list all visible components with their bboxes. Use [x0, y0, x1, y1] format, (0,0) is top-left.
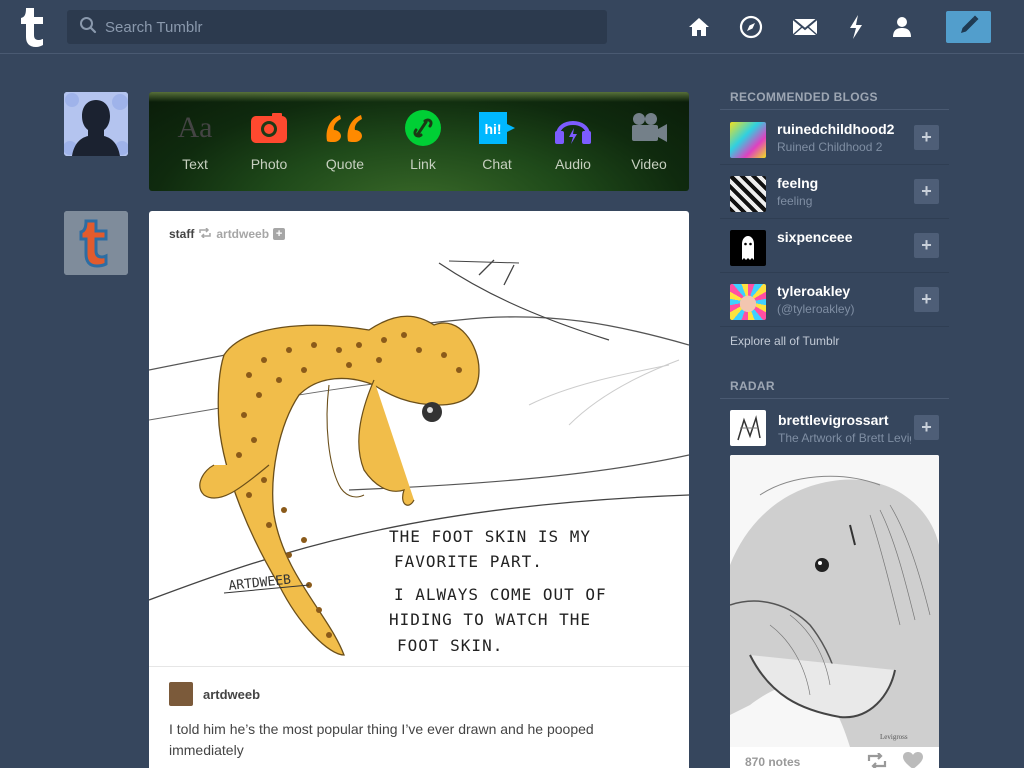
radar-blog-name[interactable]: brettlevigrossart — [778, 412, 888, 428]
post-type-quote[interactable]: Quote — [307, 110, 383, 172]
post-type-video[interactable]: Video — [611, 110, 687, 172]
post-header: staff artdweeb + — [169, 227, 286, 241]
camera-icon — [231, 110, 307, 146]
inbox-icon[interactable] — [792, 14, 818, 40]
post-type-link[interactable]: Link — [385, 110, 461, 172]
link-icon — [385, 110, 461, 146]
radar-post-footer: 870 notes — [730, 747, 939, 768]
blog-avatar[interactable] — [730, 122, 766, 158]
like-heart-icon[interactable] — [903, 752, 923, 768]
activity-lightning-icon[interactable] — [843, 14, 869, 40]
recommended-blogs-title: RECOMMENDED BLOGS — [730, 90, 878, 104]
recommended-blog[interactable]: feelng feeling + — [720, 165, 949, 219]
drawing-text-line-2: FAVORITE PART. — [394, 552, 543, 571]
drawing-text-line-1: THE FOOT SKIN IS MY — [389, 527, 591, 546]
follow-plus-icon[interactable]: + — [273, 228, 286, 240]
blog-subtitle: (@tyleroakley) — [777, 302, 855, 316]
post-type-photo[interactable]: Photo — [231, 110, 307, 172]
blog-subtitle: Ruined Childhood 2 — [777, 140, 883, 154]
blog-avatar[interactable] — [730, 176, 766, 212]
explore-all-link[interactable]: Explore all of Tumblr — [730, 334, 839, 348]
radar-follow-button[interactable]: + — [914, 415, 939, 440]
reblogged-from-link[interactable]: artdweeb — [216, 227, 269, 241]
recommended-divider — [720, 109, 949, 110]
caption-user-avatar[interactable] — [169, 682, 193, 706]
video-camera-icon — [611, 110, 687, 146]
quote-icon — [307, 110, 383, 146]
blog-name[interactable]: sixpenceee — [777, 229, 853, 245]
blog-name[interactable]: feelng — [777, 175, 818, 191]
post-type-chat[interactable]: hi! Chat — [459, 110, 535, 172]
drawing-text-line-3: I ALWAYS COME OUT OF — [394, 585, 607, 604]
top-navigation-bar — [0, 0, 1024, 54]
compose-post-button[interactable] — [946, 11, 991, 43]
radar-post: brettlevigrossart The Artwork of Brett L… — [720, 401, 949, 768]
chat-bubble-icon: hi! — [459, 110, 535, 146]
blog-name[interactable]: tyleroakley — [777, 283, 850, 299]
svg-text:hi!: hi! — [484, 121, 501, 137]
user-avatar[interactable] — [64, 92, 128, 156]
account-icon[interactable] — [889, 14, 915, 40]
radar-title: RADAR — [730, 379, 775, 393]
text-aa-icon: Aa — [177, 111, 213, 144]
post-type-audio[interactable]: Audio — [535, 110, 611, 172]
post-photo[interactable]: ARTDWEEB THE FOOT SKIN IS MY FAVORITE PA… — [149, 255, 689, 665]
notes-count[interactable]: 870 notes — [745, 755, 800, 768]
follow-button[interactable]: + — [914, 125, 939, 150]
blog-name[interactable]: ruinedchildhood2 — [777, 121, 894, 137]
drawing-text-line-4: HIDING TO WATCH THE — [389, 610, 591, 629]
follow-button[interactable]: + — [914, 233, 939, 258]
blog-avatar[interactable] — [730, 230, 766, 266]
post-author-link[interactable]: staff — [169, 227, 194, 241]
headphones-icon — [535, 110, 611, 146]
blog-subtitle: feeling — [777, 194, 813, 208]
home-icon[interactable] — [686, 14, 712, 40]
post-type-bar: Aa Text Photo Quote Link hi! Chat Audio — [149, 92, 689, 191]
post-divider — [149, 666, 689, 667]
search-bar[interactable] — [67, 10, 607, 44]
radar-blog-avatar[interactable] — [730, 410, 766, 446]
drawing-text-line-5: FOOT SKIN. — [397, 636, 503, 655]
reblog-icon[interactable] — [866, 752, 888, 768]
post-caption: I told him he’s the most popular thing I… — [169, 721, 594, 758]
search-icon — [79, 16, 97, 39]
radar-divider — [720, 398, 949, 399]
radar-blog-subtitle: The Artwork of Brett Levigross — [778, 431, 911, 445]
dashboard-post: staff artdweeb + ARTDWEEB THE FOOT SKIN … — [149, 211, 689, 768]
post-type-text[interactable]: Aa Text — [157, 110, 233, 172]
recommended-blog[interactable]: ruinedchildhood2 Ruined Childhood 2 + — [720, 111, 949, 165]
staff-avatar[interactable] — [64, 211, 128, 275]
caption-username[interactable]: artdweeb — [203, 687, 260, 702]
explore-compass-icon[interactable] — [738, 14, 764, 40]
blog-avatar[interactable] — [730, 284, 766, 320]
recommended-blog[interactable]: tyleroakley (@tyleroakley) + — [720, 273, 949, 327]
reblog-icon — [198, 227, 212, 241]
pencil-icon — [958, 14, 980, 41]
caption-user: artdweeb — [169, 682, 260, 706]
tumblr-logo[interactable] — [18, 6, 48, 48]
follow-button[interactable]: + — [914, 179, 939, 204]
follow-button[interactable]: + — [914, 287, 939, 312]
recommended-blog[interactable]: sixpenceee + — [720, 219, 949, 273]
radar-art-signature: Levigross — [880, 733, 908, 741]
radar-photo[interactable]: Levigross — [730, 455, 939, 747]
search-input[interactable] — [105, 18, 585, 36]
